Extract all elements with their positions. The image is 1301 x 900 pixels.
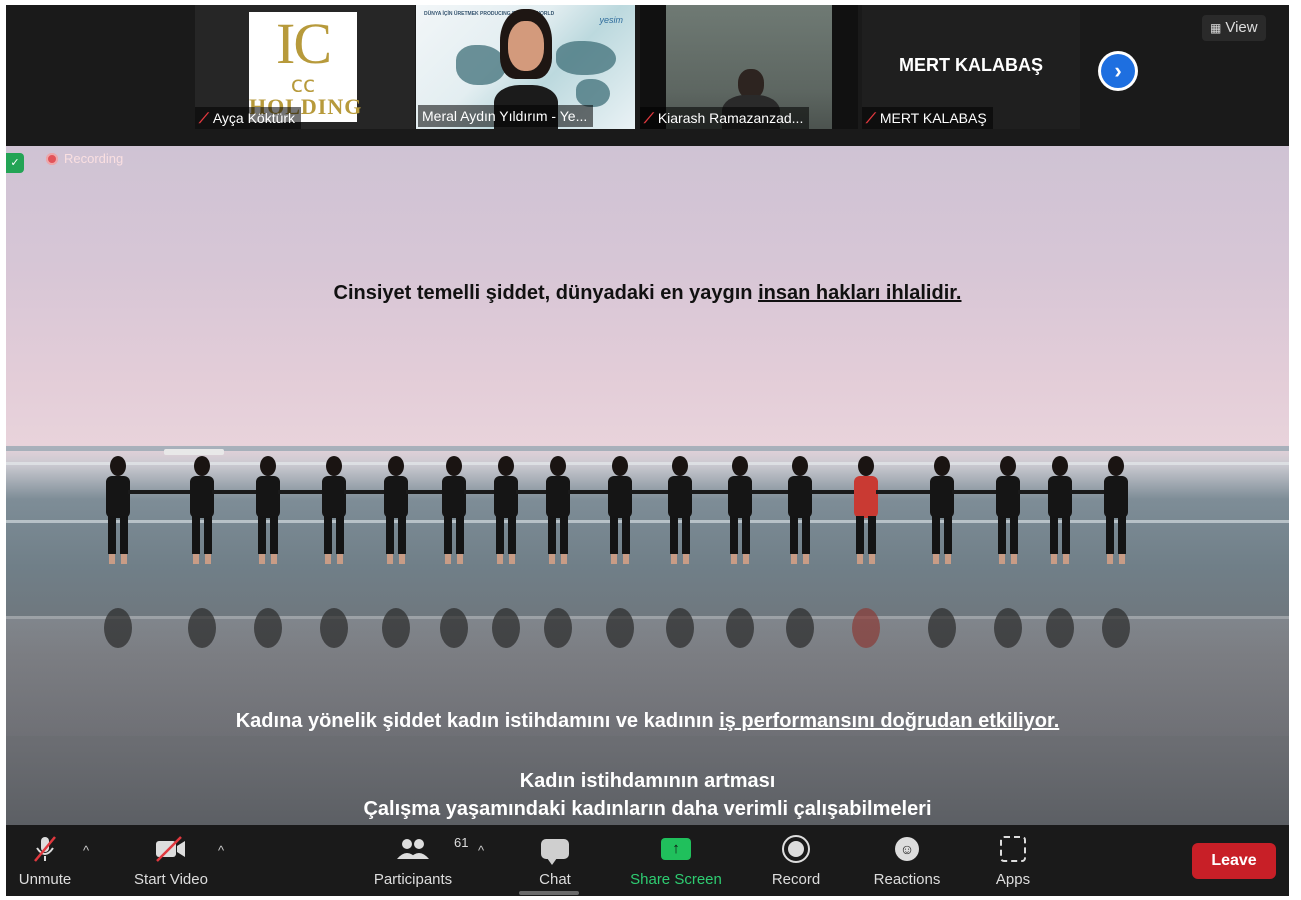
- person-silhouette: [606, 456, 634, 648]
- person-silhouette: [440, 456, 468, 648]
- participant-display-name: MERT KALABAŞ: [899, 55, 1043, 75]
- smiley-plus-icon: ☺: [895, 833, 919, 865]
- participant-namebar: ⟋ Ayça Köktürk: [195, 107, 302, 129]
- company-logo: IC ⅽⅽ HOLDING: [249, 11, 361, 122]
- chat-button[interactable]: Chat: [529, 833, 581, 893]
- mic-muted-icon: ⟋: [866, 110, 876, 126]
- chat-indicator: [519, 891, 579, 895]
- person-silhouette: [1046, 456, 1074, 648]
- audio-options-caret-icon[interactable]: ^: [83, 843, 89, 858]
- video-options-caret-icon[interactable]: ^: [218, 843, 224, 858]
- participant-name: Kiarash Ramazanzad...: [657, 110, 804, 126]
- chat-icon: [541, 833, 569, 865]
- zoom-window: IC ⅽⅽ HOLDING ⟋ Ayça Köktürk DÜNYA İÇİN …: [6, 5, 1289, 896]
- meeting-toolbar: Unmute ^ Start Video ^ 61 Participants ^…: [6, 825, 1289, 896]
- logo-glyph: ⅽⅽ: [290, 72, 316, 97]
- recording-indicator[interactable]: Recording: [46, 151, 123, 166]
- view-button[interactable]: ▦ View: [1202, 15, 1266, 41]
- view-label: View: [1225, 19, 1258, 36]
- share-screen-label: Share Screen: [630, 871, 722, 888]
- person-silhouette: [382, 456, 410, 648]
- person-silhouette: [852, 456, 880, 648]
- participants-button[interactable]: 61 Participants: [368, 833, 469, 893]
- apps-label: Apps: [995, 871, 1031, 888]
- grid-icon: ▦: [1210, 21, 1222, 35]
- mic-muted-icon: [30, 833, 60, 865]
- participants-count: 61: [454, 835, 469, 850]
- background-brand: yesim: [599, 15, 623, 25]
- apps-button[interactable]: Apps: [987, 833, 1039, 893]
- chat-label: Chat: [539, 871, 571, 888]
- participants-label: Participants: [373, 871, 453, 888]
- participants-options-caret-icon[interactable]: ^: [478, 843, 484, 858]
- person-silhouette: [544, 456, 572, 648]
- start-video-button[interactable]: Start Video: [129, 833, 213, 893]
- slide-statement: Kadına yönelik şiddet kadın istihdamını …: [6, 710, 1289, 733]
- person-silhouette: [320, 456, 348, 648]
- leave-button[interactable]: Leave: [1192, 843, 1276, 879]
- slide-bullet: Çalışma yaşamındaki kadınların daha veri…: [363, 798, 932, 820]
- reactions-button[interactable]: ☺ Reactions: [864, 833, 950, 893]
- mic-muted-icon: ⟋: [644, 110, 654, 126]
- person-silhouette: [492, 456, 520, 648]
- participant-tile[interactable]: ⟋ Kiarash Ramazanzad...: [640, 5, 858, 129]
- slide-bullet: Kadın istihdamının artması: [519, 770, 776, 792]
- person-silhouette: [254, 456, 282, 648]
- unmute-button[interactable]: Unmute: [14, 833, 76, 893]
- shared-screen: ✓ Recording Cinsiyet temelli şiddet, dün…: [6, 146, 1289, 825]
- participant-tile-active-speaker[interactable]: DÜNYA İÇİN ÜRETMEK PRODUCING FOR THE WOR…: [416, 5, 635, 129]
- chevron-right-icon: ›: [1101, 54, 1135, 88]
- recording-label: Recording: [64, 151, 124, 166]
- reactions-label: Reactions: [873, 871, 941, 888]
- person-silhouette: [188, 456, 216, 648]
- person-silhouette: [994, 456, 1022, 648]
- slide-text-underlined: iş performansını doğrudan etkiliyor.: [719, 710, 1060, 732]
- security-shield-icon[interactable]: ✓: [6, 153, 24, 173]
- mic-muted-icon: ⟋: [199, 110, 209, 126]
- share-screen-button[interactable]: ↑ Share Screen: [621, 833, 731, 893]
- person-silhouette: [666, 456, 694, 648]
- video-off-icon: [154, 833, 188, 865]
- participant-name: Meral Aydın Yıldırım - Ye...: [422, 108, 588, 124]
- person-silhouette: [1102, 456, 1130, 648]
- person-silhouette: [928, 456, 956, 648]
- record-label: Record: [771, 871, 821, 888]
- apps-icon: [1000, 833, 1026, 865]
- start-video-label: Start Video: [134, 871, 208, 888]
- record-button[interactable]: Record: [764, 833, 828, 893]
- slide-text-underlined: insan hakları ihlalidir.: [758, 282, 962, 304]
- slide-heading: Cinsiyet temelli şiddet, dünyadaki en ya…: [6, 282, 1289, 305]
- participant-namebar: Meral Aydın Yıldırım - Ye...: [418, 105, 594, 127]
- share-screen-icon: ↑: [661, 833, 691, 865]
- next-page-button[interactable]: ›: [1098, 51, 1138, 91]
- record-icon: [782, 833, 810, 865]
- logo-mark: IC: [276, 11, 332, 76]
- slide-text: Kadına yönelik şiddet kadın istihdamını …: [235, 710, 720, 732]
- map-shape: [556, 41, 616, 75]
- person-silhouette: [726, 456, 754, 648]
- map-shape: [576, 79, 610, 107]
- person-silhouette: [104, 456, 132, 648]
- slide-text: Cinsiyet temelli şiddet, dünyadaki en ya…: [333, 282, 759, 304]
- participant-namebar: ⟋ Kiarash Ramazanzad...: [640, 107, 810, 129]
- participant-name: Ayça Köktürk: [212, 110, 296, 126]
- participants-icon: 61: [396, 833, 468, 865]
- unmute-label: Unmute: [18, 871, 72, 888]
- participant-namebar: ⟋ MERT KALABAŞ: [862, 107, 993, 129]
- person-silhouette: [786, 456, 814, 648]
- participant-tile[interactable]: IC ⅽⅽ HOLDING ⟋ Ayça Köktürk: [195, 5, 415, 129]
- participant-strip: IC ⅽⅽ HOLDING ⟋ Ayça Köktürk DÜNYA İÇİN …: [6, 5, 1289, 146]
- participant-tile[interactable]: MERT KALABAŞ ⟋ MERT KALABAŞ: [862, 5, 1080, 129]
- record-dot-icon: [46, 152, 58, 165]
- participant-name: MERT KALABAŞ: [879, 110, 987, 126]
